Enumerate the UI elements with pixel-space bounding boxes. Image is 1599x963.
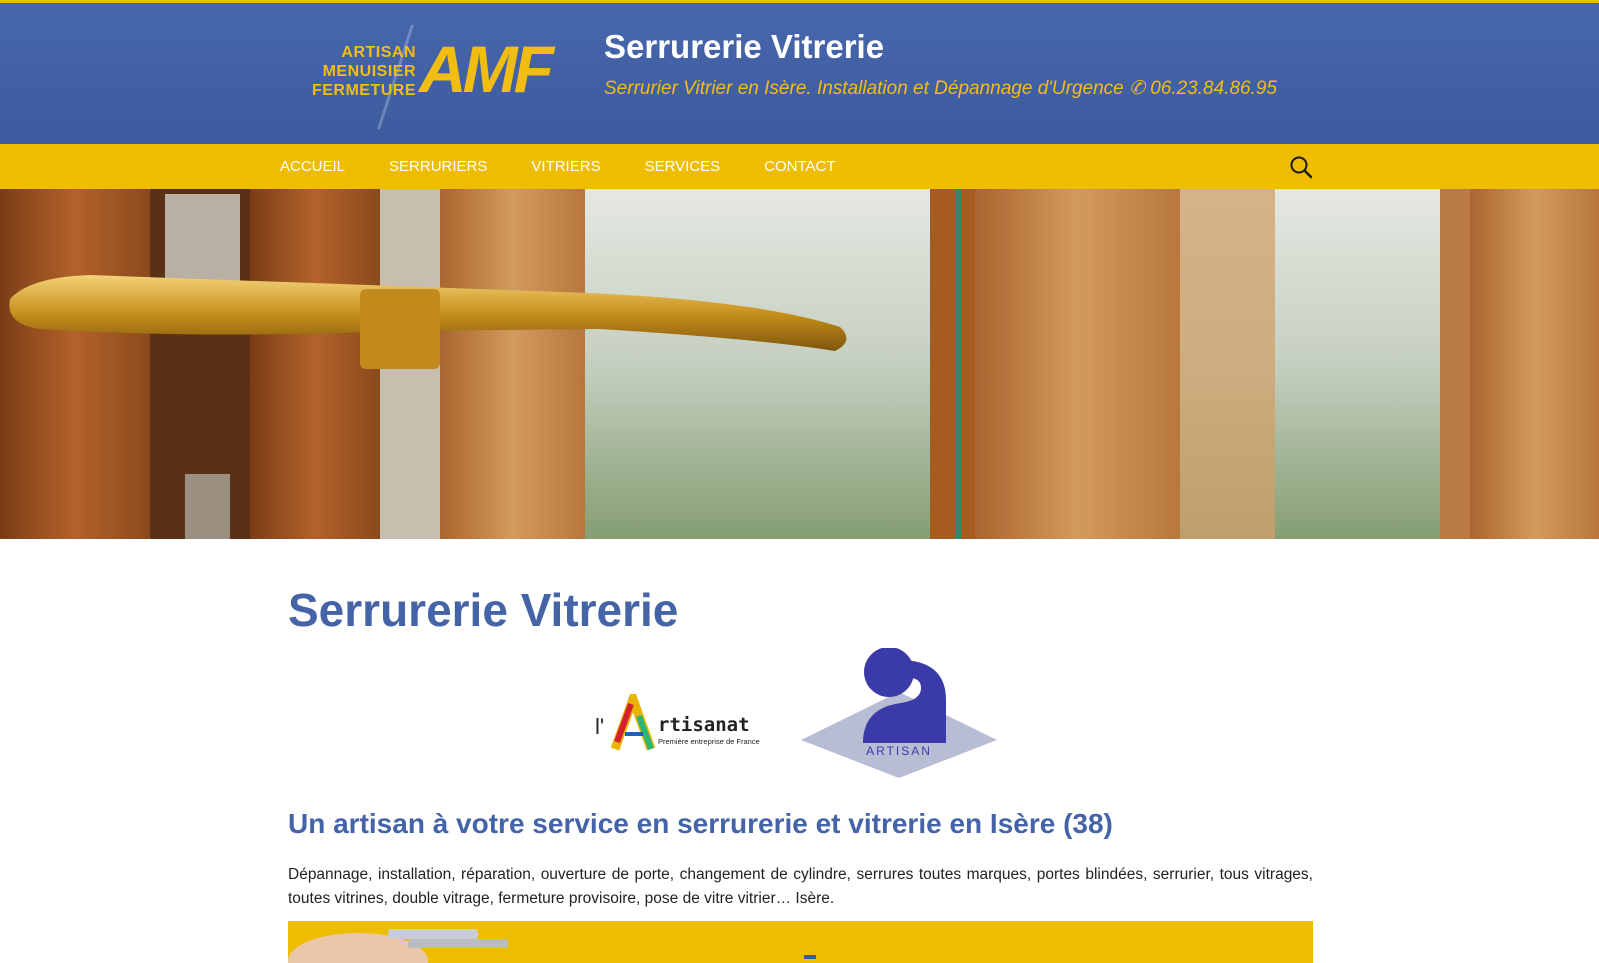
- logo-word-fermeture: FERMETURE: [311, 82, 416, 99]
- nav-item-contact[interactable]: CONTACT: [742, 144, 857, 189]
- svg-text:l': l': [595, 714, 604, 739]
- nav-item-services[interactable]: SERVICES: [623, 144, 743, 189]
- promo-banner: [288, 921, 1313, 963]
- artisanat-logo: l' rtisanat Première entreprise de Franc…: [595, 685, 785, 752]
- site-logo[interactable]: ARTISAN MENUISIER FERMETURE AMF: [276, 25, 556, 129]
- artisanat-tagline: Première entreprise de France: [658, 737, 760, 746]
- logo-mark: AMF: [419, 32, 554, 106]
- intro-paragraph: Dépannage, installation, réparation, ouv…: [288, 866, 1313, 907]
- nav-item-serruriers[interactable]: SERRURIERS: [367, 144, 509, 189]
- nav-item-vitriers[interactable]: VITRIERS: [509, 144, 622, 189]
- artisanat-wordmark: rtisanat: [658, 714, 750, 736]
- logo-word-artisan: ARTISAN: [341, 44, 416, 61]
- site-title[interactable]: Serrurerie Vitrerie: [604, 27, 884, 67]
- artisan-seal: ARTISAN: [801, 647, 997, 778]
- section-subtitle: Un artisan à votre service en serrurerie…: [288, 808, 1113, 839]
- site-header: ARTISAN MENUISIER FERMETURE AMF Serrurer…: [0, 3, 1599, 144]
- search-icon[interactable]: [1289, 155, 1313, 179]
- certification-badges: l' rtisanat Première entreprise de Franc…: [595, 647, 1015, 782]
- main-navigation: ACCUEIL SERRURIERS VITRIERS SERVICES CON…: [0, 144, 1599, 189]
- logo-word-menuisier: MENUISIER: [322, 63, 416, 80]
- hero-image-door-handle: [0, 189, 1599, 539]
- site-description: Serrurier Vitrier en Isère. Installation…: [604, 78, 1277, 99]
- nav-item-accueil[interactable]: ACCUEIL: [280, 144, 367, 189]
- nav-menu: ACCUEIL SERRURIERS VITRIERS SERVICES CON…: [280, 144, 858, 189]
- page-title: Serrurerie Vitrerie: [288, 584, 679, 636]
- logo-words: ARTISAN MENUISIER FERMETURE: [312, 43, 416, 100]
- artisan-seal-label: ARTISAN: [866, 744, 932, 758]
